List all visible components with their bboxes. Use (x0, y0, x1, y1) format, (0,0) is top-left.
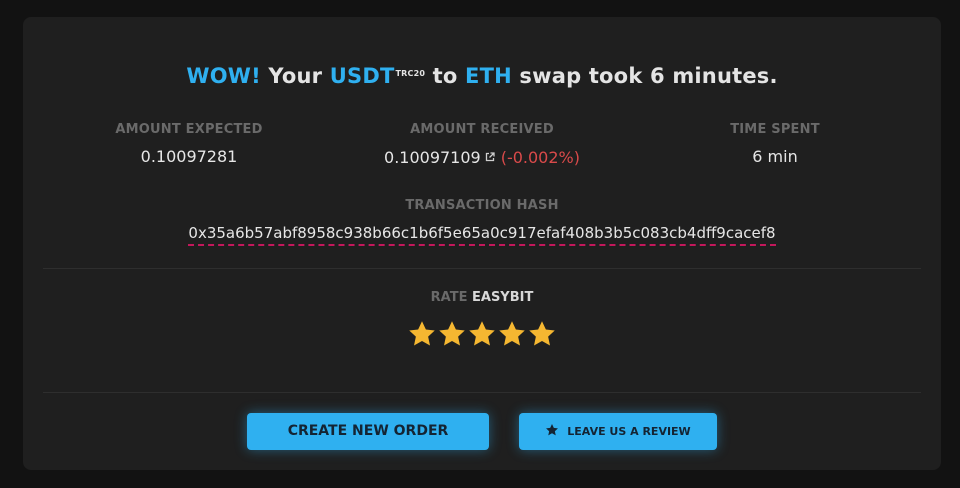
amount-diff-percent: (-0.002%) (500, 148, 580, 167)
headline-to: to (432, 64, 458, 88)
headline-to-coin: ETH (465, 64, 512, 88)
star-icon[interactable] (407, 319, 437, 349)
divider (43, 268, 921, 269)
amount-expected-value: 0.10097281 (140, 147, 238, 166)
time-spent-stat: TIME SPENT 6 min (675, 122, 875, 166)
create-new-order-button[interactable]: CREATE NEW ORDER (247, 413, 489, 450)
headline-exclaim: WOW! (186, 64, 261, 88)
headline-from-network: TRC20 (395, 69, 426, 78)
leave-review-button[interactable]: LEAVE US A REVIEW (519, 413, 717, 450)
swap-summary-card: WOW! Your USDTTRC20 to ETH swap took 6 m… (23, 17, 941, 470)
time-spent-label: TIME SPENT (730, 122, 820, 137)
transaction-hash-link[interactable]: 0x35a6b57abf8958c938b66c1b6f5e65a0c917ef… (188, 224, 776, 246)
star-icon[interactable] (527, 319, 557, 349)
transaction-hash-block: TRANSACTION HASH 0x35a6b57abf8958c938b66… (23, 198, 941, 246)
star-icon[interactable] (497, 319, 527, 349)
headline-suffix: swap took 6 minutes. (519, 64, 778, 88)
star-icon (545, 415, 559, 452)
amount-received-label: AMOUNT RECEIVED (410, 122, 554, 137)
leave-review-label: LEAVE US A REVIEW (567, 425, 691, 438)
external-link-icon[interactable] (485, 147, 495, 166)
rate-word: RATE (430, 290, 468, 305)
rating-stars (23, 319, 941, 349)
divider (43, 392, 921, 393)
amount-received-value: 0.10097109 (384, 148, 481, 167)
swap-headline: WOW! Your USDTTRC20 to ETH swap took 6 m… (23, 64, 941, 88)
amount-received-row: 0.10097109 (-0.002%) (382, 147, 582, 167)
time-spent-value: 6 min (752, 147, 798, 166)
star-icon[interactable] (437, 319, 467, 349)
amount-expected-stat: AMOUNT EXPECTED 0.10097281 (89, 122, 289, 166)
amount-expected-label: AMOUNT EXPECTED (115, 122, 263, 137)
headline-your: Your (268, 64, 323, 88)
star-icon[interactable] (467, 319, 497, 349)
rate-brand: EASYBIT (472, 290, 534, 305)
rate-label: RATE EASYBIT (23, 290, 941, 305)
transaction-hash-label: TRANSACTION HASH (405, 198, 559, 213)
amount-received-stat: AMOUNT RECEIVED 0.10097109 (-0.002%) (382, 122, 582, 167)
headline-from-coin: USDT (329, 64, 395, 88)
